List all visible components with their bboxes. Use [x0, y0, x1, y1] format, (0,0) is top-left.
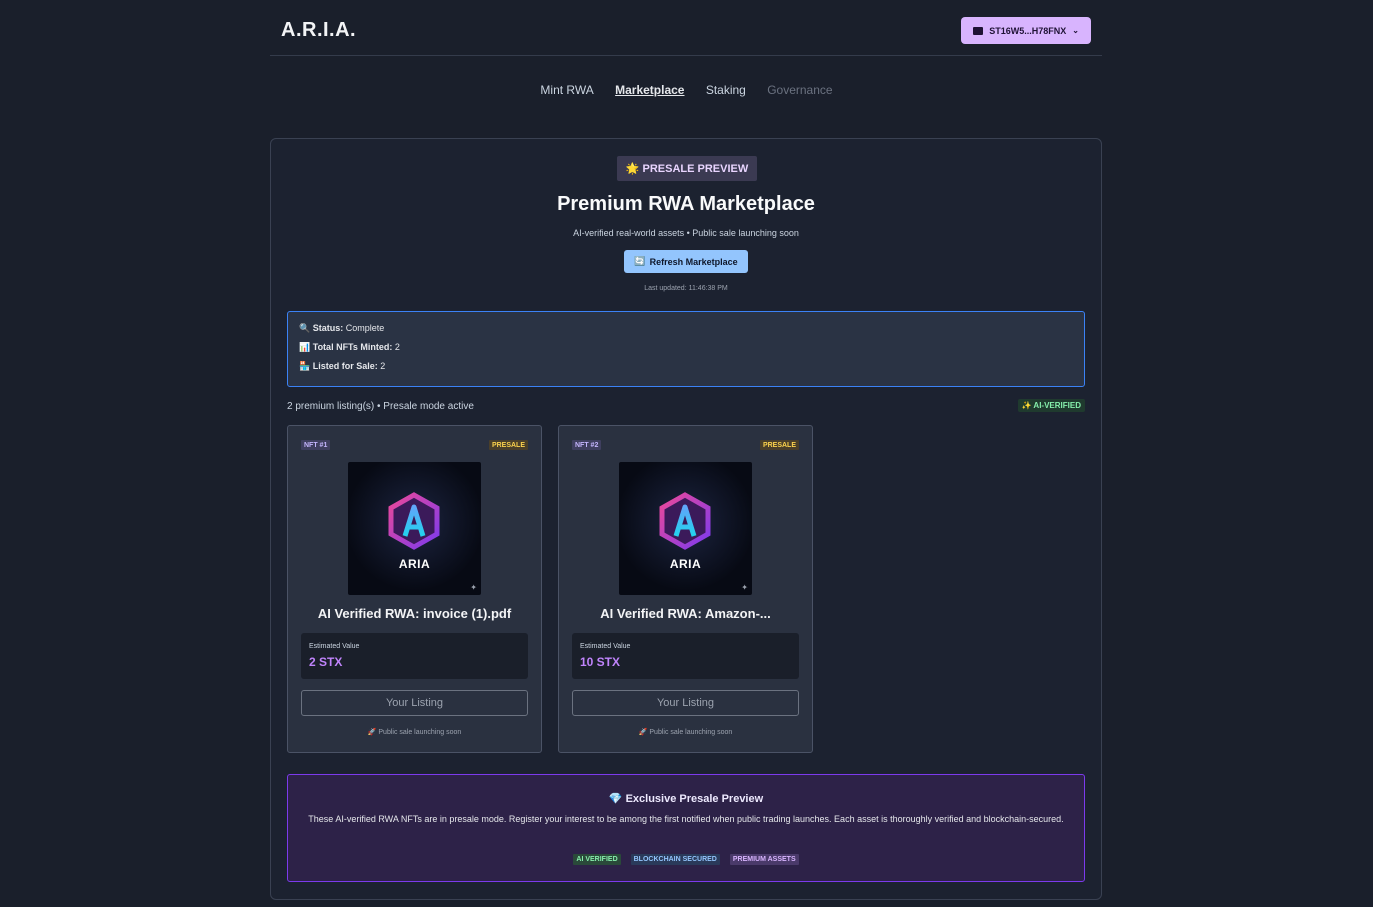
refresh-icon: 🔄	[634, 256, 646, 266]
aria-logo-icon	[659, 492, 711, 550]
listings-summary: 2 premium listing(s) • Presale mode acti…	[287, 401, 474, 412]
value-amount: 10 STX	[580, 655, 621, 669]
your-listing-button[interactable]: Your Listing	[572, 690, 799, 716]
last-updated-text: Last updated: 11:46:38 PM	[644, 285, 728, 292]
promo-text: These AI-verified RWA NFTs are in presal…	[308, 814, 1064, 824]
search-icon: 🔍	[299, 323, 311, 333]
premium-assets-tag: PREMIUM ASSETS	[729, 854, 799, 865]
aria-logo-icon	[388, 492, 440, 550]
minted-label: Total NFTs Minted:	[312, 342, 393, 352]
presale-tag: PRESALE	[488, 440, 528, 450]
refresh-marketplace-button[interactable]: 🔄 Refresh Marketplace	[624, 250, 748, 273]
nft-card[interactable]: NFT #1 PRESALE ARIA ✦ AI Verified RWA: i…	[287, 425, 542, 753]
status-line: 🔍 Status: Complete	[299, 323, 384, 334]
nft-id-tag: NFT #1	[301, 440, 331, 450]
nft-title: AI Verified RWA: invoice (1).pdf	[317, 606, 512, 621]
ai-verified-badge: ✨ AI-VERIFIED	[1017, 399, 1085, 412]
main-nav: Mint RWA Marketplace Staking Governance	[0, 83, 1373, 97]
wallet-icon	[973, 26, 984, 35]
refresh-label: Refresh Marketplace	[649, 256, 738, 267]
nft-title: AI Verified RWA: Amazon-...	[600, 606, 771, 621]
your-listing-button[interactable]: Your Listing	[301, 690, 528, 716]
minted-value: 2	[394, 342, 400, 352]
promo-title: 💎 Exclusive Presale Preview	[608, 793, 764, 805]
app-header: A.R.I.A. ST16W5...H78FNX ⌄	[270, 0, 1102, 56]
sparkle-icon: ✦	[741, 583, 748, 592]
value-box: Estimated Value 10 STX	[572, 633, 799, 679]
tab-staking[interactable]: Staking	[706, 83, 746, 97]
presale-preview-badge: 🌟 PRESALE PREVIEW	[617, 156, 757, 181]
tab-marketplace[interactable]: Marketplace	[615, 83, 684, 97]
store-icon: 🏪	[299, 361, 311, 371]
ai-verified-tag: AI VERIFIED	[573, 854, 621, 865]
status-value: Complete	[345, 323, 385, 333]
wallet-address: ST16W5...H78FNX	[989, 25, 1067, 36]
minted-line: 📊 Total NFTs Minted: 2	[299, 342, 400, 353]
page-title: Premium RWA Marketplace	[557, 193, 815, 215]
presale-promo-box: 💎 Exclusive Presale Preview These AI-ver…	[287, 774, 1085, 882]
nft-card[interactable]: NFT #2 PRESALE ARIA ✦ AI Verified RWA: A…	[558, 425, 813, 753]
value-box: Estimated Value 2 STX	[301, 633, 528, 679]
launch-note: 🚀 Public sale launching soon	[367, 729, 462, 736]
value-label: Estimated Value	[580, 643, 631, 650]
launch-note: 🚀 Public sale launching soon	[638, 729, 733, 736]
chart-icon: 📊	[299, 342, 311, 352]
nft-image-label: ARIA	[669, 557, 702, 571]
listed-label: Listed for Sale:	[312, 361, 378, 371]
sparkle-icon: ✦	[470, 583, 477, 592]
chevron-down-icon: ⌄	[1072, 26, 1079, 35]
nft-image: ARIA ✦	[619, 462, 752, 595]
status-box: 🔍 Status: Complete 📊 Total NFTs Minted: …	[287, 311, 1085, 387]
listed-line: 🏪 Listed for Sale: 2	[299, 361, 385, 372]
presale-tag: PRESALE	[759, 440, 799, 450]
status-label: Status:	[312, 323, 344, 333]
promo-tags: AI VERIFIED BLOCKCHAIN SECURED PREMIUM A…	[288, 854, 1084, 865]
tab-governance: Governance	[767, 83, 833, 97]
nft-image-label: ARIA	[398, 557, 431, 571]
listed-value: 2	[380, 361, 386, 371]
wallet-button[interactable]: ST16W5...H78FNX ⌄	[961, 17, 1091, 44]
marketplace-panel: 🌟 PRESALE PREVIEW Premium RWA Marketplac…	[270, 138, 1102, 900]
nft-image: ARIA ✦	[348, 462, 481, 595]
app-logo: A.R.I.A.	[281, 19, 357, 41]
value-amount: 2 STX	[309, 655, 343, 669]
page-subtitle: AI-verified real-world assets • Public s…	[573, 228, 799, 238]
value-label: Estimated Value	[309, 643, 360, 650]
blockchain-secured-tag: BLOCKCHAIN SECURED	[630, 854, 720, 865]
tab-mint-rwa[interactable]: Mint RWA	[540, 83, 593, 97]
nft-id-tag: NFT #2	[572, 440, 602, 450]
